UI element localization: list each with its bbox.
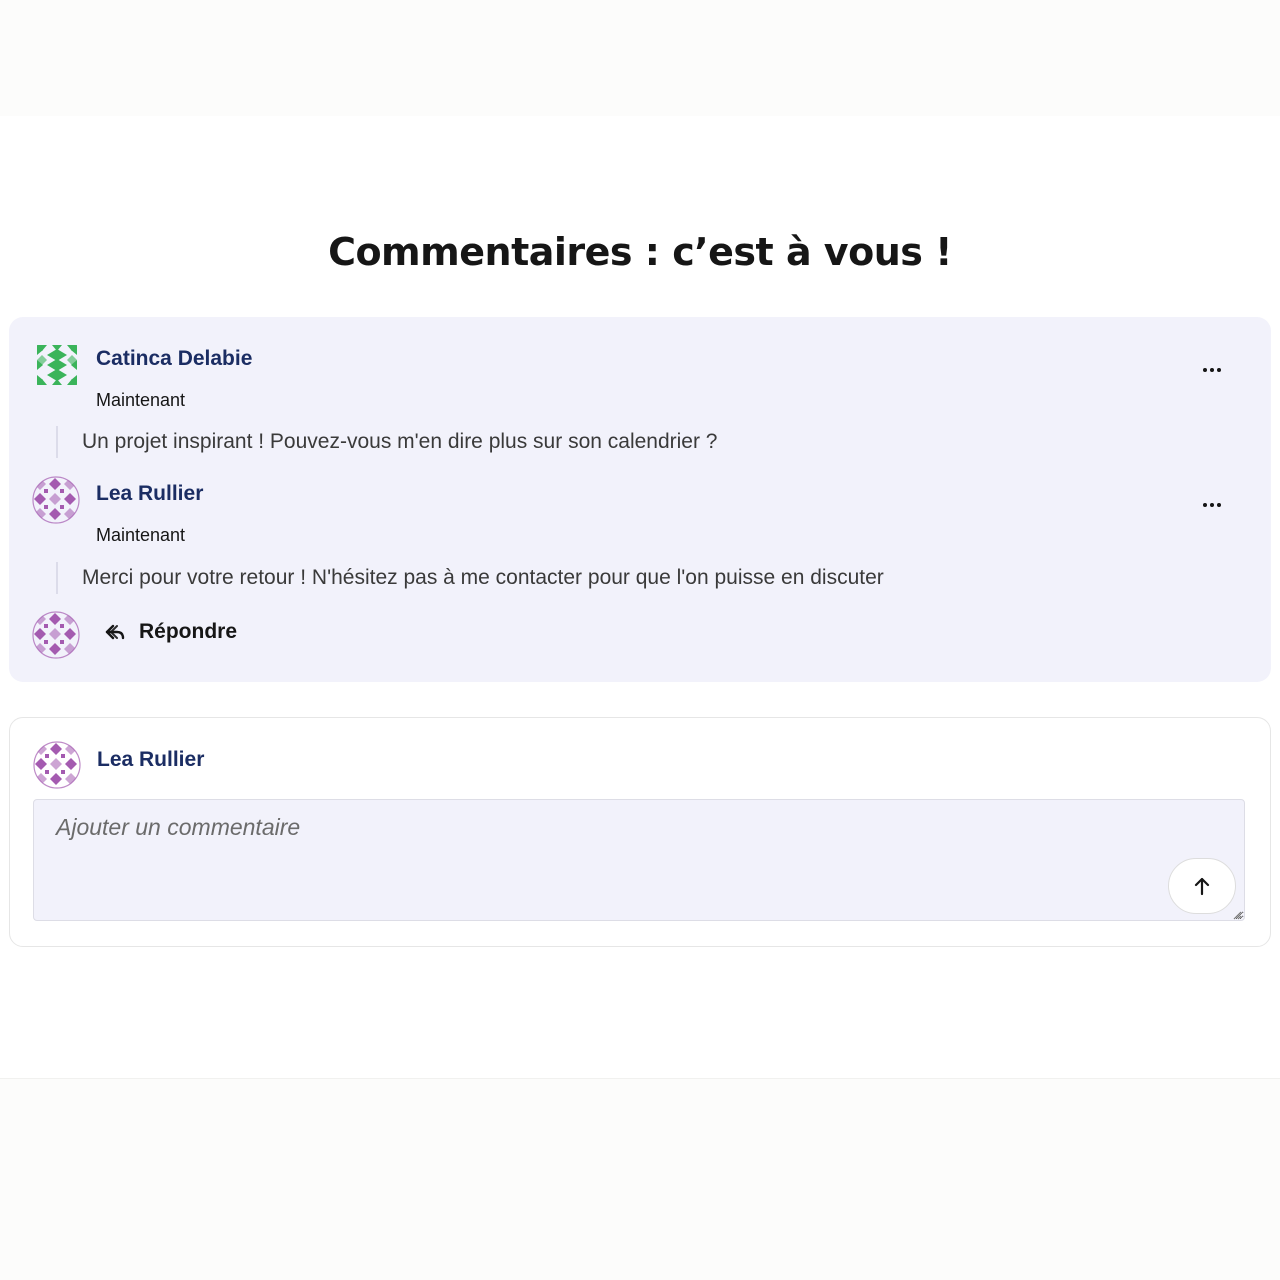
comment-text: Un projet inspirant ! Pouvez-vous m'en d… <box>56 426 718 458</box>
comment-options-button[interactable] <box>1197 358 1227 382</box>
reply-button-label: Répondre <box>139 620 238 643</box>
comment-input[interactable] <box>33 799 1245 921</box>
comment-timestamp: Maintenant <box>96 525 186 545</box>
comment-author-name[interactable]: Catinca Delabie <box>96 347 252 371</box>
resize-handle-icon[interactable] <box>1232 910 1242 920</box>
footer-band <box>0 1079 1280 1280</box>
comment-text: Merci pour votre retour ! N'hésitez pas … <box>56 562 884 594</box>
reply-arrow-icon <box>105 624 125 640</box>
arrow-up-icon <box>1194 877 1210 896</box>
more-horizontal-icon <box>1203 368 1221 372</box>
header-band <box>0 0 1280 116</box>
purple-pattern-avatar <box>32 476 80 524</box>
comment-author-name[interactable]: Lea Rullier <box>96 482 203 506</box>
more-horizontal-icon <box>1203 503 1221 507</box>
comment-timestamp: Maintenant <box>96 390 186 410</box>
page-title: Commentaires : c’est à vous ! <box>328 230 952 274</box>
comment-thread: Catinca Delabie Maintenant Un projet ins… <box>9 317 1271 682</box>
send-comment-button[interactable] <box>1168 858 1236 914</box>
comment-options-button[interactable] <box>1197 493 1227 517</box>
green-pattern-avatar <box>33 341 81 389</box>
composer-author-name: Lea Rullier <box>97 748 205 771</box>
purple-pattern-avatar <box>33 741 81 789</box>
purple-pattern-avatar <box>32 611 80 659</box>
reply-button[interactable]: Répondre <box>105 620 237 644</box>
comment-composer: Lea Rullier <box>9 717 1271 947</box>
